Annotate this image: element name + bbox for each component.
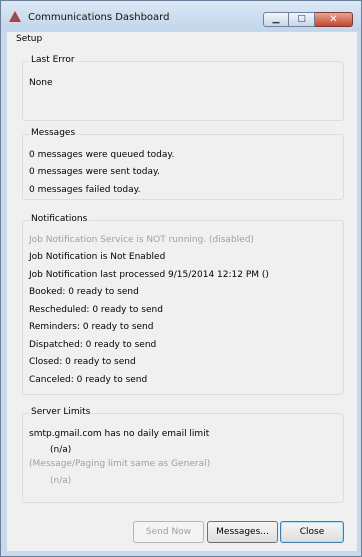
maximize-button[interactable]: □ <box>289 12 315 27</box>
paging-limit-text: (Message/Paging limit same as General) <box>29 459 211 469</box>
notification-last-processed: Job Notification last processed 9/15/201… <box>29 270 269 280</box>
notifications-title: Notifications <box>29 214 90 224</box>
last-error-value: None <box>29 78 53 88</box>
notifications-group: Notifications Job Notification Service i… <box>22 214 344 395</box>
close-button[interactable]: Close <box>280 521 344 543</box>
closed-count: Closed: 0 ready to send <box>29 357 136 367</box>
window-title: Communications Dashboard <box>28 12 170 23</box>
paging-limit-value: (n/a) <box>50 476 72 486</box>
email-limit-text: smtp.gmail.com has no daily email limit <box>29 429 210 439</box>
menu-bar: Setup <box>7 32 357 47</box>
booked-count: Booked: 0 ready to send <box>29 287 139 297</box>
notification-enabled-status: Job Notification is Not Enabled <box>29 252 166 262</box>
dashboard-content: Last Error None Messages 0 messages were… <box>7 47 357 551</box>
close-icon: ✕ <box>329 14 338 25</box>
dashboard-window: Communications Dashboard ▁ □ ✕ Setup Las… <box>0 0 362 557</box>
dispatched-count: Dispatched: 0 ready to send <box>29 340 157 350</box>
messages-title: Messages <box>29 128 78 138</box>
messages-button[interactable]: Messages... <box>207 521 278 543</box>
canceled-count: Canceled: 0 ready to send <box>29 375 148 385</box>
send-now-button[interactable]: Send Now <box>133 521 204 543</box>
minimize-button[interactable]: ▁ <box>263 12 289 27</box>
last-error-title: Last Error <box>29 55 77 65</box>
messages-failed: 0 messages failed today. <box>29 185 141 195</box>
reminders-count: Reminders: 0 ready to send <box>29 322 154 332</box>
notification-service-status: Job Notification Service is NOT running.… <box>29 235 254 245</box>
email-limit-value: (n/a) <box>50 445 72 455</box>
rescheduled-count: Rescheduled: 0 ready to send <box>29 305 163 315</box>
menu-setup[interactable]: Setup <box>16 34 42 44</box>
messages-group: Messages 0 messages were queued today. 0… <box>22 128 344 200</box>
close-window-button[interactable]: ✕ <box>315 12 353 27</box>
messages-queued: 0 messages were queued today. <box>29 150 175 160</box>
app-icon <box>9 11 21 22</box>
server-limits-group: Server Limits smtp.gmail.com has no dail… <box>22 407 344 503</box>
minimize-icon: ▁ <box>272 14 280 24</box>
last-error-group: Last Error None <box>22 55 344 121</box>
messages-sent: 0 messages were sent today. <box>29 167 160 177</box>
title-bar[interactable]: Communications Dashboard ▁ □ ✕ <box>1 1 361 31</box>
maximize-icon: □ <box>297 14 306 24</box>
server-limits-title: Server Limits <box>29 407 93 417</box>
